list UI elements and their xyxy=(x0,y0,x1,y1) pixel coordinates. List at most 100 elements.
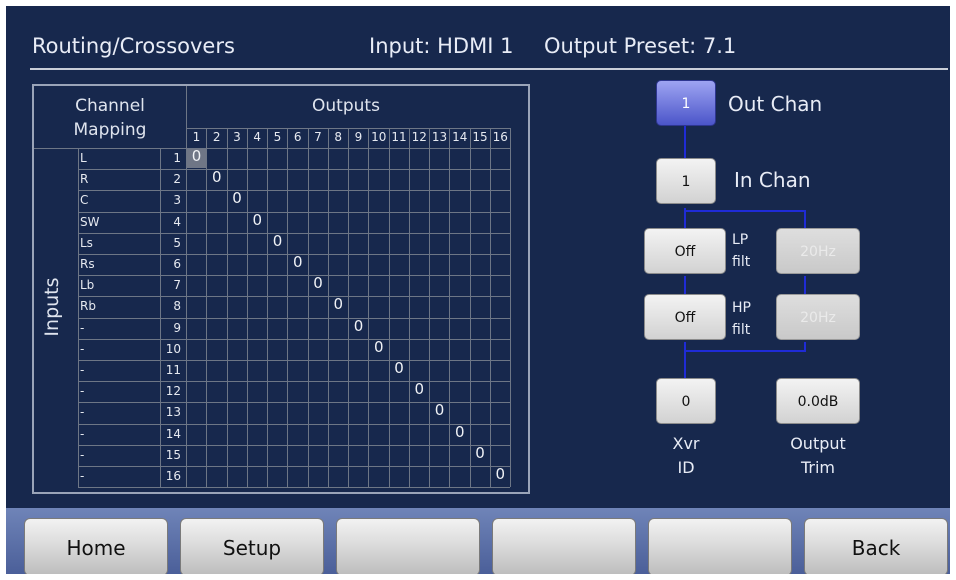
input-channel-number: 16 xyxy=(165,469,181,483)
blank-button-4[interactable] xyxy=(492,518,636,574)
routing-cell[interactable]: 0 xyxy=(267,231,288,252)
input-channel-number: 15 xyxy=(165,447,181,462)
routing-cell[interactable]: 0 xyxy=(206,167,227,188)
input-channel-number: 3 xyxy=(173,193,181,208)
input-source: Input: HDMI 1 xyxy=(369,34,514,58)
bottom-nav-bar: Home Setup Back xyxy=(6,508,950,574)
grid-line xyxy=(78,169,510,171)
input-channel-number: 10 xyxy=(165,341,181,356)
grid-line xyxy=(78,444,510,446)
in-chan-button[interactable]: 1 xyxy=(656,158,716,204)
channel-mapping-label-line2: Mapping xyxy=(73,120,147,140)
xvr-id-button[interactable]: 0 xyxy=(656,378,716,424)
lp-frequency-button[interactable]: 20Hz xyxy=(776,228,860,274)
grid-line xyxy=(78,487,510,489)
output-column-number: 9 xyxy=(354,130,363,144)
grid-line xyxy=(510,128,511,488)
routing-cell[interactable]: 0 xyxy=(490,464,511,485)
id-label: ID xyxy=(677,458,695,477)
output-column-number: 11 xyxy=(391,130,407,144)
connector-line xyxy=(684,276,686,296)
output-column-number: 10 xyxy=(371,130,387,144)
home-button[interactable]: Home xyxy=(24,518,168,574)
grid-line xyxy=(267,128,268,488)
grid-line xyxy=(307,128,309,488)
output-column-number: 2 xyxy=(212,130,221,144)
screen: Routing/Crossovers Input: HDMI 1 Output … xyxy=(6,6,950,574)
hp-frequency-button[interactable]: 20Hz xyxy=(776,294,860,340)
routing-cell[interactable]: 0 xyxy=(470,443,491,464)
header-divider xyxy=(30,68,948,70)
matrix-divider xyxy=(34,148,510,149)
hp-label: HP xyxy=(732,300,751,316)
input-channel-name: - xyxy=(80,363,85,377)
routing-cell[interactable]: 0 xyxy=(409,379,430,400)
output-column-number: 12 xyxy=(411,130,427,144)
back-button[interactable]: Back xyxy=(804,518,948,574)
output-column-number: 6 xyxy=(293,130,302,144)
grid-line xyxy=(368,128,370,488)
page-title: Routing/Crossovers xyxy=(32,34,235,58)
input-channel-number: 13 xyxy=(165,405,181,420)
output-preset: Output Preset: 7.1 xyxy=(544,34,737,58)
input-channel-number: 2 xyxy=(173,172,181,187)
routing-cell[interactable]: 0 xyxy=(186,146,207,167)
grid-line xyxy=(78,190,510,192)
routing-cell[interactable]: 0 xyxy=(348,316,369,337)
routing-cell[interactable]: 0 xyxy=(368,337,389,358)
lp-filter-button[interactable]: Off xyxy=(644,228,726,274)
input-channel-number: 8 xyxy=(173,299,181,314)
input-channel-name: - xyxy=(80,469,85,483)
routing-cell[interactable]: 0 xyxy=(328,294,349,315)
output-column-number: 8 xyxy=(334,130,343,144)
routing-cell[interactable]: 0 xyxy=(247,210,268,231)
input-channel-number: 12 xyxy=(165,384,181,399)
output-column-number: 14 xyxy=(452,130,468,144)
input-channel-name: - xyxy=(80,426,85,441)
grid-line xyxy=(489,128,491,488)
connector-line xyxy=(684,126,686,162)
input-channel-name: - xyxy=(80,447,85,462)
grid-line xyxy=(429,128,430,488)
routing-cell[interactable]: 0 xyxy=(429,400,450,421)
outputs-label: Outputs xyxy=(312,96,380,116)
input-channel-number: 14 xyxy=(165,426,181,441)
connector-line xyxy=(804,276,806,296)
output-column-number: 3 xyxy=(233,130,241,144)
input-channel-name: C xyxy=(80,193,89,208)
grid-line xyxy=(287,128,289,488)
channel-mapping-label-line1: Channel xyxy=(75,96,145,116)
routing-cell[interactable]: 0 xyxy=(287,252,308,273)
input-channel-name: - xyxy=(80,384,85,399)
grid-line xyxy=(78,317,510,319)
routing-matrix: Channel Mapping Outputs Inputs 123456789… xyxy=(32,84,530,494)
output-column-number: 13 xyxy=(431,130,448,144)
hp-filt-label: filt xyxy=(732,322,751,338)
out-chan-label: Out Chan xyxy=(728,92,823,116)
grid-line xyxy=(78,466,510,467)
input-channel-number: 5 xyxy=(173,235,181,250)
out-chan-button[interactable]: 1 xyxy=(656,80,716,126)
routing-cell[interactable]: 0 xyxy=(308,273,329,294)
hp-filter-button[interactable]: Off xyxy=(644,294,726,340)
lp-label: LP xyxy=(732,232,749,248)
grid-line xyxy=(78,275,510,277)
output-trim-button[interactable]: 0.0dB xyxy=(776,378,860,424)
input-channel-name: - xyxy=(80,320,85,335)
setup-button[interactable]: Setup xyxy=(180,518,324,574)
routing-cell[interactable]: 0 xyxy=(389,358,410,379)
grid-line xyxy=(246,128,248,488)
grid-line xyxy=(78,338,510,340)
routing-cell[interactable]: 0 xyxy=(227,188,248,209)
input-channel-name: - xyxy=(80,405,85,420)
connector-line xyxy=(804,342,806,352)
routing-cell[interactable]: 0 xyxy=(449,422,470,443)
blank-button-5[interactable] xyxy=(648,518,792,574)
in-chan-label: In Chan xyxy=(734,168,811,192)
grid-line xyxy=(78,296,510,298)
blank-button-3[interactable] xyxy=(336,518,480,574)
connector-line xyxy=(684,350,806,352)
connector-line xyxy=(684,342,686,378)
input-channel-name: Rb xyxy=(80,299,96,314)
input-channel-name: SW xyxy=(80,214,100,229)
